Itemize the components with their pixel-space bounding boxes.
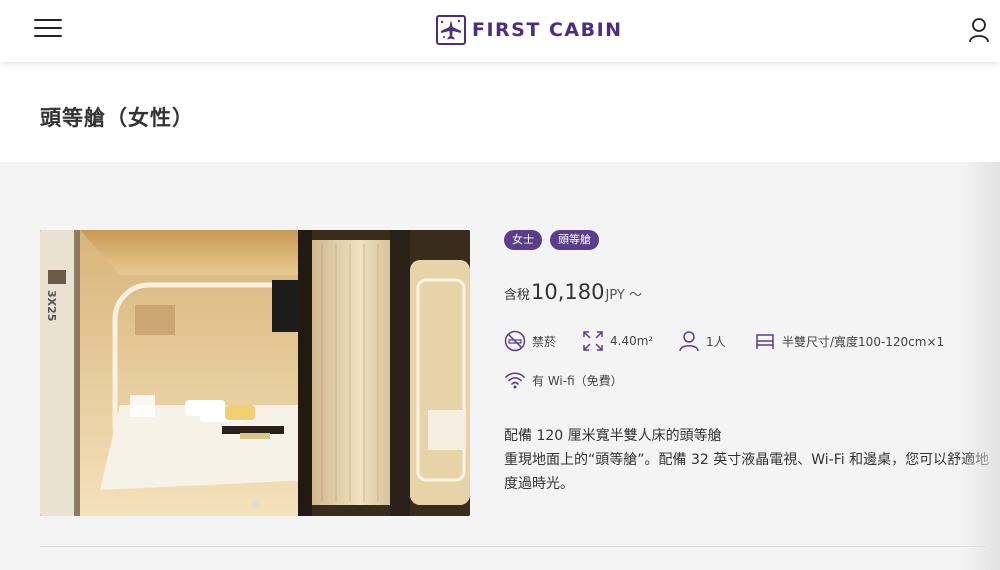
description-body: 重現地面上的“頭等艙”。配備 32 英寸液晶電視、Wi-Fi 和邊桌，您可以舒適… <box>504 452 990 492</box>
feature-bed: 半雙尺寸/寬度100-120cm×1 <box>754 330 944 352</box>
hamburger-menu-icon[interactable] <box>34 19 62 41</box>
feature-area-label: 4.40m² <box>610 334 654 348</box>
feature-no-smoking: 禁菸 <box>504 330 556 352</box>
tag-ladies: 女士 <box>504 230 542 250</box>
feature-bed-label: 半雙尺寸/寬度100-120cm×1 <box>782 334 945 349</box>
room-description: 配備 120 厘米寬半雙人床的頭等艙 重現地面上的“頭等艙”。配備 32 英寸液… <box>504 424 994 496</box>
right-edge-shadow <box>960 162 1000 570</box>
user-icon[interactable] <box>968 17 990 43</box>
section-divider <box>40 546 986 547</box>
airplane-logo-icon <box>436 15 466 45</box>
feature-capacity: 1人 <box>678 330 726 352</box>
tag-first-cabin: 頭等艙 <box>550 230 599 250</box>
feature-capacity-label: 1人 <box>706 334 726 349</box>
feature-smoking-label: 禁菸 <box>532 334 557 349</box>
cabin-number-label: 3X25 <box>45 290 58 321</box>
bed-icon <box>756 334 774 349</box>
feature-area: 4.40m² <box>582 330 653 352</box>
person-icon <box>679 331 699 352</box>
site-header: FIRST CABIN <box>0 0 1000 62</box>
description-heading: 配備 120 厘米寬半雙人床的頭等艙 <box>504 428 722 444</box>
expand-area-icon <box>583 331 603 351</box>
brand-logo[interactable]: FIRST CABIN <box>436 14 623 46</box>
feature-wifi-label: 有 Wi-fi（免費） <box>532 373 623 388</box>
wifi-icon <box>505 372 525 389</box>
price: 含稅 10,180 JPY ～ <box>504 280 642 304</box>
price-suffix: JPY ～ <box>605 288 642 303</box>
feature-wifi: 有 Wi-fi（免費） <box>504 369 623 391</box>
price-value: 10,180 <box>531 280 605 304</box>
brand-name: FIRST CABIN <box>472 19 623 41</box>
room-photo[interactable]: 3X25 <box>40 230 470 516</box>
price-prefix: 含稅 <box>504 288 531 303</box>
page-title: 頭等艙（女性） <box>40 106 194 130</box>
no-smoking-icon <box>504 330 526 352</box>
